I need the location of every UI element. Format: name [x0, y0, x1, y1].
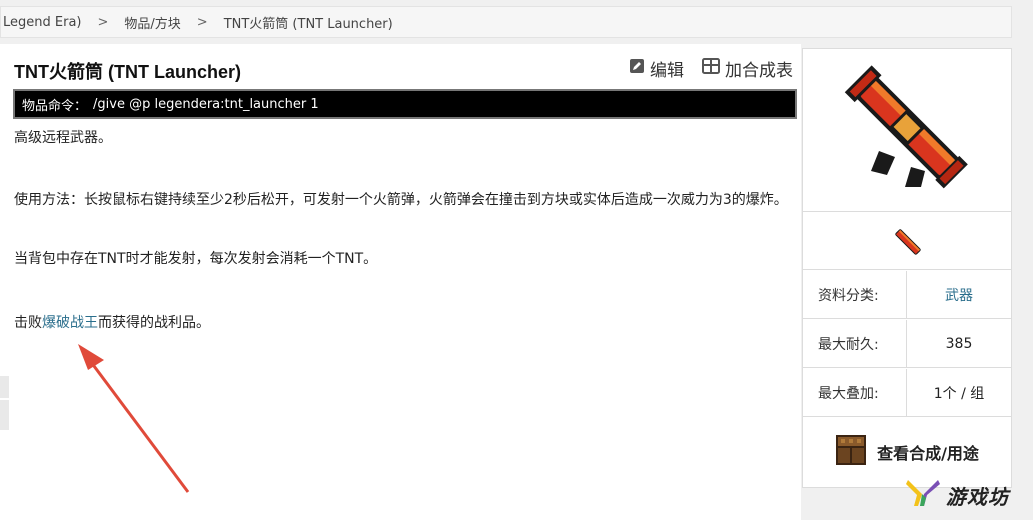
add-recipe-label: 加合成表	[725, 61, 793, 81]
breadcrumb-item-category[interactable]: 物品/方块	[124, 13, 180, 32]
infobox-row-durability: 最大耐久: 385	[803, 320, 1011, 368]
stack-value: 1个 / 组	[933, 385, 985, 402]
edit-icon	[629, 58, 645, 79]
requirement-text: 当背包中存在TNT时才能发射，每次发射会消耗一个TNT。	[14, 251, 378, 267]
infobox-label: 最大叠加:	[803, 369, 907, 416]
main-content: TNT火箭筒 (TNT Launcher) 编辑 加合成表 物品命令： /giv…	[0, 44, 801, 520]
summary-text: 高级远程武器。	[14, 130, 112, 146]
command-value: /give @p legendera:tnt_launcher 1	[93, 96, 319, 112]
boss-link[interactable]: 爆破战王	[42, 315, 98, 331]
table-icon	[702, 58, 720, 79]
durability-value: 385	[945, 335, 973, 352]
item-small-image	[803, 213, 1011, 270]
page-title: TNT火箭筒 (TNT Launcher)	[14, 62, 241, 82]
edit-button[interactable]: 编辑	[629, 56, 684, 81]
gutter-mark	[0, 376, 9, 398]
tnt-launcher-small-icon	[891, 225, 925, 263]
tnt-launcher-icon	[837, 59, 977, 203]
view-crafting-label: 查看合成/用途	[877, 444, 979, 463]
page-actions: 编辑 加合成表	[629, 56, 793, 81]
item-image	[803, 49, 1011, 212]
breadcrumb-separator: >	[196, 14, 208, 30]
infobox-row-category: 资料分类: 武器	[803, 271, 1011, 319]
edit-label: 编辑	[650, 61, 684, 81]
watermark: 游戏坊	[906, 478, 1009, 512]
drop-text: 击败爆破战王而获得的战利品。	[14, 312, 210, 334]
breadcrumb-item-current: TNT火箭筒 (TNT Launcher)	[223, 16, 393, 32]
annotation-arrow	[78, 344, 190, 493]
infobox-label: 资料分类:	[803, 271, 907, 318]
watermark-logo-icon	[906, 478, 940, 512]
drop-prefix: 击败	[14, 315, 42, 331]
gutter-mark	[0, 400, 9, 430]
infobox-label: 最大耐久:	[803, 320, 907, 367]
usage-text: 使用方法：长按鼠标右键持续至少2秒后松开，可发射一个火箭弹，火箭弹会在撞击到方块…	[14, 192, 788, 208]
crafting-table-icon	[835, 434, 867, 470]
breadcrumb-item-mod[interactable]: Legend Era)	[3, 15, 81, 30]
command-label: 物品命令：	[22, 98, 88, 114]
command-bar[interactable]: 物品命令： /give @p legendera:tnt_launcher 1	[13, 89, 797, 119]
view-crafting-button[interactable]: 查看合成/用途	[803, 417, 1011, 487]
drop-suffix: 而获得的战利品。	[98, 315, 210, 331]
add-recipe-button[interactable]: 加合成表	[702, 56, 793, 81]
infobox-row-stack: 最大叠加: 1个 / 组	[803, 369, 1011, 417]
watermark-text: 游戏坊	[946, 484, 1009, 509]
infobox: 资料分类: 武器 最大耐久: 385 最大叠加: 1个 / 组 查看合成/用途	[802, 48, 1012, 488]
breadcrumb: Legend Era) > 物品/方块 > TNT火箭筒 (TNT Launch…	[0, 6, 1012, 38]
category-link[interactable]: 武器	[945, 285, 973, 305]
breadcrumb-separator: >	[97, 14, 109, 30]
